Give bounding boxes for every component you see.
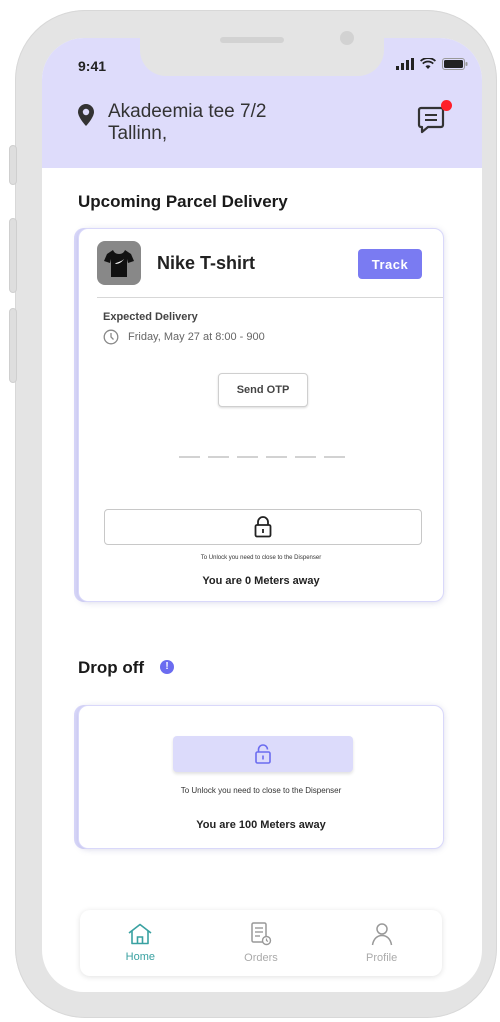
phone-screen: 9:41 Akadeemia tee 7/2 Tallinn, Upcoming… bbox=[42, 38, 482, 992]
lock-icon bbox=[254, 516, 272, 538]
nav-profile-label: Profile bbox=[366, 952, 398, 964]
otp-digit-slot[interactable] bbox=[179, 456, 200, 458]
nav-orders-label: Orders bbox=[244, 952, 278, 964]
send-otp-button[interactable]: Send OTP bbox=[218, 373, 308, 407]
otp-digit-slot[interactable] bbox=[208, 456, 229, 458]
expected-delivery-time: Friday, May 27 at 8:00 - 900 bbox=[128, 331, 265, 343]
messages-button[interactable] bbox=[417, 100, 452, 135]
unlock-note: To Unlock you need to close to the Dispe… bbox=[200, 555, 322, 561]
home-icon bbox=[128, 923, 152, 945]
product-name: Nike T-shirt bbox=[157, 252, 256, 273]
upcoming-section-title: Upcoming Parcel Delivery bbox=[78, 192, 288, 211]
track-button[interactable]: Track bbox=[358, 249, 422, 279]
nav-home-label: Home bbox=[125, 951, 155, 963]
expected-delivery-label: Expected Delivery bbox=[103, 311, 198, 323]
bottom-nav: Home Orders Profile bbox=[80, 910, 442, 976]
address-line2: Tallinn, bbox=[108, 123, 168, 144]
orders-icon bbox=[251, 922, 272, 946]
battery-icon bbox=[442, 58, 468, 70]
signal-icon bbox=[396, 58, 414, 70]
nav-profile[interactable]: Profile bbox=[337, 922, 427, 964]
profile-icon bbox=[371, 923, 392, 946]
dropoff-section-title: Drop off bbox=[78, 658, 145, 677]
status-icons bbox=[396, 58, 468, 70]
otp-digit-slot[interactable] bbox=[266, 456, 287, 458]
dropoff-card: To Unlock you need to close to the Dispe… bbox=[78, 705, 444, 849]
product-thumbnail bbox=[97, 241, 141, 285]
location-pin-icon bbox=[78, 104, 94, 126]
product-row: Nike T-shirt bbox=[97, 241, 255, 285]
volume-up-button bbox=[9, 218, 17, 293]
parcel-card: Nike T-shirt Track Expected Delivery Fri… bbox=[78, 228, 444, 602]
volume-down-button bbox=[9, 308, 17, 383]
otp-digit-slot[interactable] bbox=[237, 456, 258, 458]
dropoff-distance-text: You are 100 Meters away bbox=[196, 819, 326, 831]
otp-digit-slot[interactable] bbox=[295, 456, 316, 458]
tshirt-icon bbox=[104, 250, 134, 277]
dropoff-unlock-note: To Unlock you need to close to the Dispe… bbox=[180, 786, 342, 795]
wifi-icon bbox=[420, 58, 436, 69]
distance-text: You are 0 Meters away bbox=[202, 575, 320, 587]
otp-input[interactable] bbox=[179, 456, 345, 458]
dropoff-unlock-button[interactable] bbox=[173, 736, 353, 772]
otp-digit-slot[interactable] bbox=[324, 456, 345, 458]
unlock-icon bbox=[255, 744, 271, 764]
status-time: 9:41 bbox=[78, 58, 107, 74]
clock-icon bbox=[103, 329, 119, 345]
mute-switch bbox=[9, 145, 17, 185]
card-divider bbox=[97, 297, 443, 298]
address-line1: Akadeemia tee 7/2 bbox=[108, 101, 267, 122]
unlock-button[interactable] bbox=[104, 509, 422, 545]
speaker-grille bbox=[220, 37, 284, 43]
expected-delivery-row: Friday, May 27 at 8:00 - 900 bbox=[103, 329, 265, 345]
nav-orders[interactable]: Orders bbox=[216, 922, 306, 964]
front-camera bbox=[340, 31, 354, 45]
notification-dot bbox=[441, 100, 452, 111]
info-icon[interactable]: ! bbox=[160, 660, 174, 674]
nav-home[interactable]: Home bbox=[95, 923, 185, 963]
delivery-location[interactable]: Akadeemia tee 7/2 Tallinn, bbox=[78, 101, 266, 145]
